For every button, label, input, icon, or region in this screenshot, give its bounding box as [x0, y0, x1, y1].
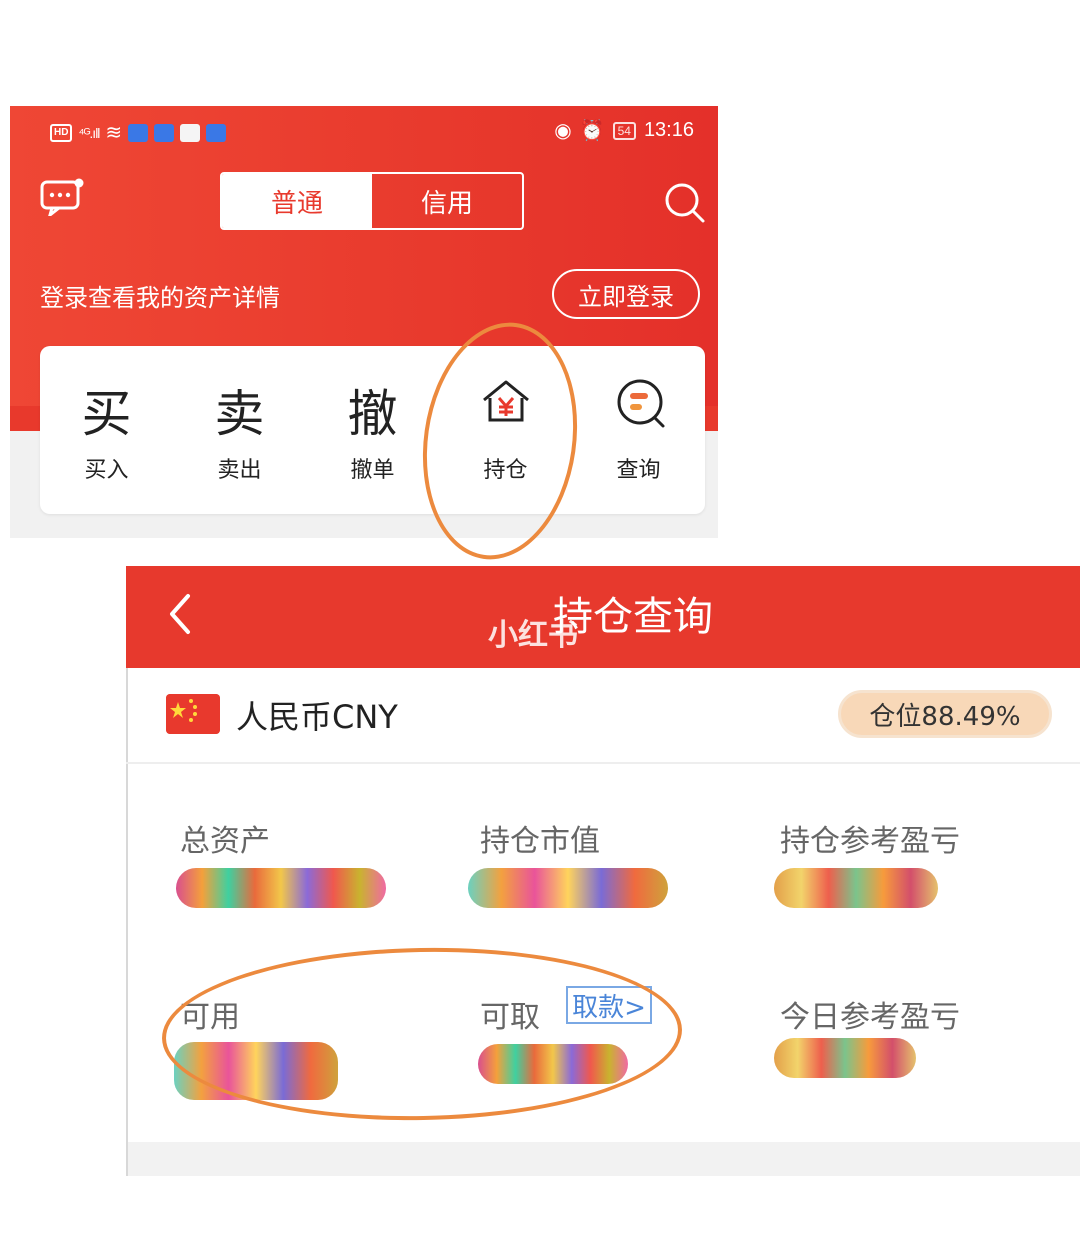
home-screenshot: HD ⁴ᴳ.ıll ≋ ◉ ⏰ 54 13:16 普通 信用 登录查看我的资产详… [10, 106, 718, 538]
redacted-value [468, 868, 668, 908]
header: 持仓查询 小红书 [126, 566, 1080, 668]
sell-label: 卖出 [217, 458, 262, 483]
tab-normal[interactable]: 普通 [222, 174, 372, 228]
total-assets-label: 总资产 [180, 824, 270, 859]
sell-icon: 卖 [214, 385, 265, 443]
login-prompt: 登录查看我的资产详情 [40, 284, 280, 312]
query-label: 查询 [616, 458, 661, 483]
message-icon[interactable] [40, 178, 84, 216]
notification-app-icon [154, 123, 175, 142]
watermark: 小红书 [488, 618, 578, 653]
alarm-icon: ⏰ [579, 120, 605, 142]
redacted-value [774, 1038, 916, 1078]
buy-icon: 买 [81, 385, 132, 443]
battery-icon: 54 [612, 121, 636, 140]
briefcase-icon [180, 123, 201, 142]
currency-row: 人民币CNY 仓位88.49% [126, 668, 1080, 764]
position-ratio-badge: 仓位88.49% [838, 690, 1052, 738]
page-title: 持仓查询 [553, 594, 713, 640]
notification-app-icon [128, 123, 149, 142]
login-button[interactable]: 立即登录 [552, 269, 700, 319]
eye-icon: ◉ [554, 120, 572, 142]
redacted-value [176, 868, 386, 908]
today-pnl-label: 今日参考盈亏 [780, 1000, 960, 1035]
buy-action[interactable]: 买 买入 [40, 346, 173, 514]
notification-app-icon [206, 123, 227, 142]
buy-label: 买入 [84, 458, 129, 483]
query-action[interactable]: 查询 [572, 346, 705, 514]
market-value-label: 持仓市值 [480, 824, 600, 859]
sell-action[interactable]: 卖 卖出 [173, 346, 306, 514]
cancel-icon: 撤 [347, 385, 398, 443]
hd-icon: HD [50, 123, 73, 142]
cancel-label: 撤单 [350, 458, 395, 483]
redacted-value [774, 868, 938, 908]
wifi-icon: ≋ [105, 122, 123, 144]
trade-quick-actions: 买 买入 卖 卖出 撤 撤单 持仓 查询 [40, 346, 705, 514]
position-pnl-label: 持仓参考盈亏 [780, 824, 960, 859]
signal-icon: ⁴ᴳ.ıll [78, 124, 100, 141]
tab-credit[interactable]: 信用 [372, 174, 522, 228]
account-type-toggle: 普通 信用 [220, 172, 524, 230]
china-flag-icon [166, 694, 220, 734]
search-icon[interactable] [664, 182, 706, 224]
status-bar: HD ⁴ᴳ.ıll ≋ ◉ ⏰ 54 13:16 [10, 116, 718, 146]
clock-time: 13:16 [643, 119, 694, 141]
cancel-order-action[interactable]: 撤 撤单 [306, 346, 439, 514]
query-icon [617, 379, 665, 428]
currency-name: 人民币CNY [236, 698, 398, 736]
